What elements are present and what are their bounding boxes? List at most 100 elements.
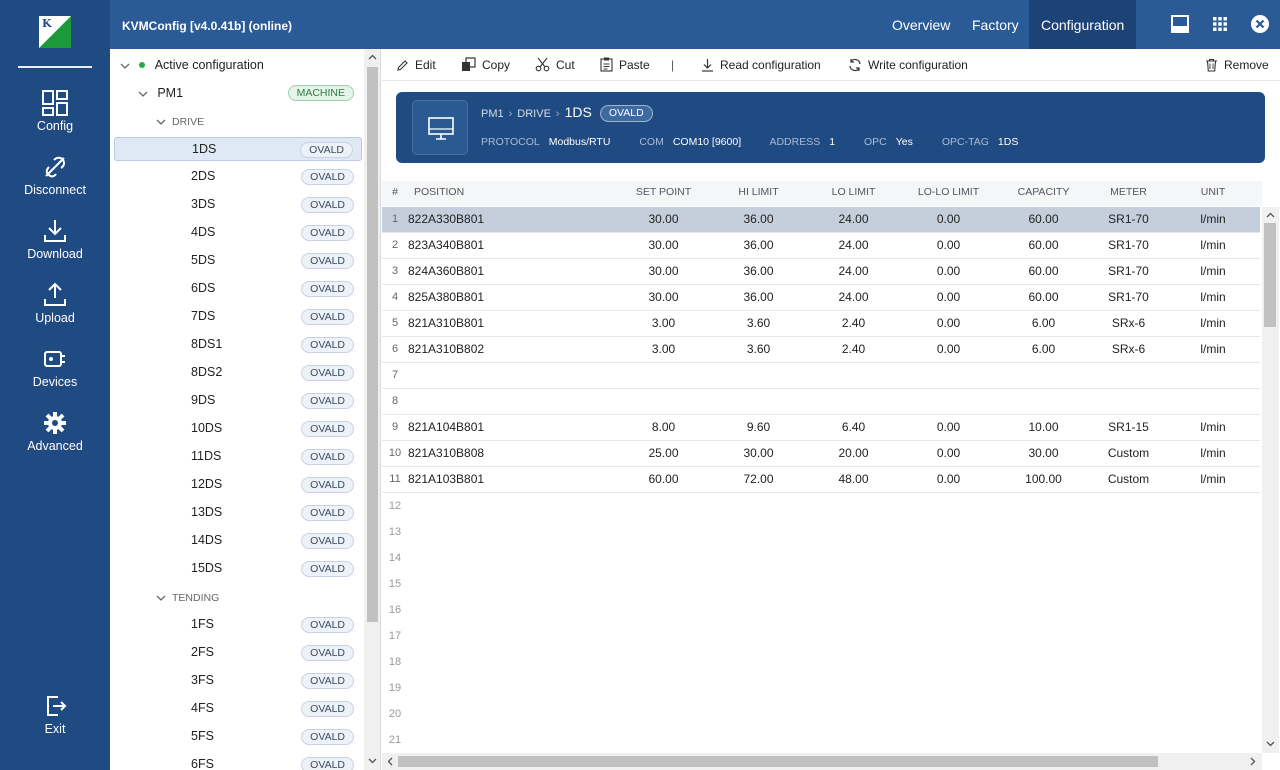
cell-capacity[interactable] [996,389,1091,414]
breadcrumb-machine[interactable]: PM1 [481,108,504,120]
minimize-window-icon[interactable] [1170,14,1190,34]
scroll-up-icon[interactable] [1266,211,1275,220]
cell-position[interactable]: 821A103B801 [408,467,616,492]
cell-hi[interactable]: 30.00 [711,441,806,466]
tree-item-11ds[interactable]: 11DS OVALD [114,445,362,469]
table-row[interactable]: 3 824A360B801 30.00 36.00 24.00 0.00 60.00 SR1-… [382,259,1260,285]
cell-hi[interactable]: 36.00 [711,207,806,232]
rail-exit-button[interactable]: Exit [0,693,110,749]
rail-disconnect-button[interactable]: Disconnect [0,154,110,210]
tree-item-8ds2[interactable]: 8DS2 OVALD [114,361,362,385]
cell-meter[interactable]: SRx-6 [1091,337,1166,362]
cell-capacity[interactable] [996,363,1091,388]
tab-factory[interactable]: Factory [960,0,1031,49]
cell-position[interactable]: 821A310B808 [408,441,616,466]
scroll-left-icon[interactable] [386,757,395,766]
remove-button[interactable]: Remove [1205,57,1269,75]
scroll-up-icon[interactable] [368,53,377,62]
cell-unit[interactable]: l/min [1166,259,1260,284]
cell-unit[interactable] [1166,389,1260,414]
cell-set-point[interactable]: 8.00 [616,415,711,440]
cell-position[interactable]: 825A380B801 [408,285,616,310]
cell-lolo[interactable]: 0.00 [901,311,996,336]
cell-lo[interactable]: 6.40 [806,415,901,440]
cell-meter[interactable]: SR1-70 [1091,233,1166,258]
tab-overview[interactable]: Overview [880,0,962,49]
cell-lolo[interactable] [901,363,996,388]
tree-item-4fs[interactable]: 4FS OVALD [114,697,362,721]
cell-lo[interactable]: 24.00 [806,285,901,310]
table-row[interactable]: 1 822A330B801 30.00 36.00 24.00 0.00 60.00 SR1-… [382,207,1260,233]
col-header-capacity[interactable]: CAPACITY [996,181,1091,206]
grid-vertical-scrollbar[interactable] [1262,207,1279,753]
tree-machine[interactable]: PM1 MACHINE [138,81,362,105]
cell-unit[interactable] [1166,363,1260,388]
cell-position[interactable]: 823A340B801 [408,233,616,258]
cell-position[interactable]: 821A104B801 [408,415,616,440]
cell-lo[interactable] [806,389,901,414]
tree-root[interactable]: Active configuration [120,53,264,77]
cell-lolo[interactable]: 0.00 [901,337,996,362]
table-row[interactable]: 8 [382,389,1260,415]
cell-hi[interactable]: 36.00 [711,285,806,310]
table-row[interactable]: 2 823A340B801 30.00 36.00 24.00 0.00 60.00 SR1-… [382,233,1260,259]
cell-position[interactable] [408,363,616,388]
rail-config-button[interactable]: Config [0,90,110,146]
tab-configuration[interactable]: Configuration [1029,0,1137,49]
grid-horizontal-scrollbar[interactable] [382,753,1262,770]
tree-item-3ds[interactable]: 3DS OVALD [114,193,362,217]
cell-lolo[interactable]: 0.00 [901,285,996,310]
cell-unit[interactable]: l/min [1166,415,1260,440]
col-header-meter[interactable]: METER [1091,181,1166,206]
copy-button[interactable]: Copy [461,57,510,75]
cell-set-point[interactable]: 60.00 [616,467,711,492]
cell-hi[interactable] [711,389,806,414]
scroll-right-icon[interactable] [1248,757,1257,766]
tree-item-1fs[interactable]: 1FS OVALD [114,613,362,637]
cell-position[interactable]: 822A330B801 [408,207,616,232]
tree-item-8ds1[interactable]: 8DS1 OVALD [114,333,362,357]
cell-lo[interactable]: 2.40 [806,311,901,336]
cell-set-point[interactable]: 30.00 [616,233,711,258]
rail-download-button[interactable]: Download [0,218,110,274]
cell-set-point[interactable]: 30.00 [616,285,711,310]
tree-scrollbar[interactable] [364,49,380,770]
cell-set-point[interactable]: 30.00 [616,207,711,232]
cell-capacity[interactable]: 60.00 [996,259,1091,284]
cell-hi[interactable]: 9.60 [711,415,806,440]
cell-lo[interactable]: 48.00 [806,467,901,492]
rail-upload-button[interactable]: Upload [0,282,110,338]
table-row[interactable]: 4 825A380B801 30.00 36.00 24.00 0.00 60.00 SR1-… [382,285,1260,311]
cell-lo[interactable]: 20.00 [806,441,901,466]
col-header-lo-lo-limit[interactable]: LO-LO LIMIT [901,181,996,206]
tree-item-13ds[interactable]: 13DS OVALD [114,501,362,525]
col-header-set-point[interactable]: SET POINT [616,181,711,206]
cell-lolo[interactable]: 0.00 [901,467,996,492]
rail-advanced-button[interactable]: Advanced [0,410,110,466]
cell-capacity[interactable]: 60.00 [996,233,1091,258]
tree-item-6fs[interactable]: 6FS OVALD [114,753,362,770]
cell-lolo[interactable]: 0.00 [901,441,996,466]
tree-item-14ds[interactable]: 14DS OVALD [114,529,362,553]
cell-hi[interactable]: 36.00 [711,259,806,284]
write-configuration-button[interactable]: Write configuration [848,57,968,75]
table-row[interactable]: 5 821A310B801 3.00 3.60 2.40 0.00 6.00 SRx-6 l/m… [382,311,1260,337]
close-icon[interactable] [1250,14,1270,34]
cell-lo[interactable]: 24.00 [806,259,901,284]
cell-set-point[interactable]: 3.00 [616,311,711,336]
tree-item-5fs[interactable]: 5FS OVALD [114,725,362,749]
col-header-lo-limit[interactable]: LO LIMIT [806,181,901,206]
col-header-unit[interactable]: UNIT [1166,181,1260,206]
cell-hi[interactable]: 3.60 [711,337,806,362]
cell-lolo[interactable] [901,389,996,414]
cell-lo[interactable] [806,363,901,388]
rail-devices-button[interactable]: Devices [0,346,110,402]
cell-position[interactable]: 824A360B801 [408,259,616,284]
cell-meter[interactable]: Custom [1091,441,1166,466]
grid-horizontal-thumb[interactable] [398,756,1158,767]
table-row[interactable]: 6 821A310B802 3.00 3.60 2.40 0.00 6.00 SRx-6 l/m… [382,337,1260,363]
scroll-down-icon[interactable] [368,756,377,765]
cell-position[interactable]: 821A310B801 [408,311,616,336]
cell-unit[interactable]: l/min [1166,441,1260,466]
tree-item-12ds[interactable]: 12DS OVALD [114,473,362,497]
